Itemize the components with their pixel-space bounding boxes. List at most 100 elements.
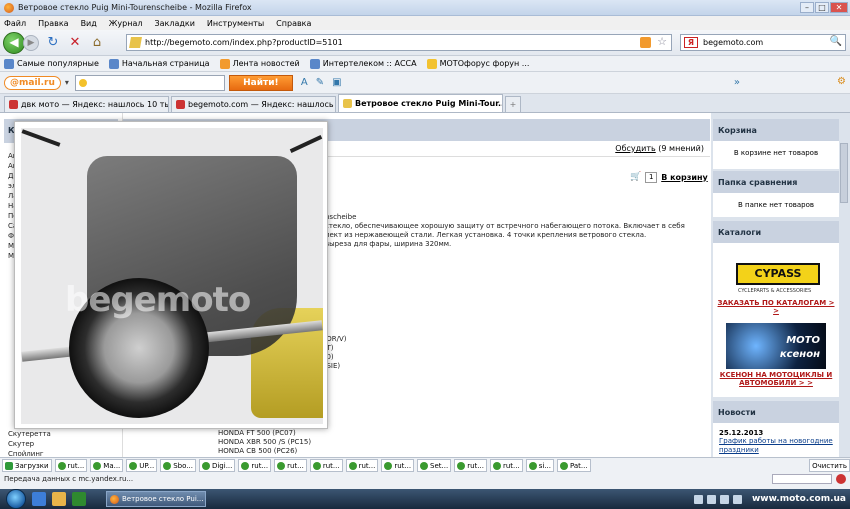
menu-edit[interactable]: Правка — [38, 19, 68, 28]
xenon-banner-xenon: ксенон — [779, 349, 820, 360]
mailru-search-input[interactable] — [74, 74, 225, 91]
status-icons — [772, 474, 846, 484]
tab-yandex-2[interactable]: begemoto.com — Яндекс: нашлось 26... — [171, 96, 336, 112]
news-date: 25.12.2013 — [719, 429, 764, 437]
reload-icon[interactable]: ↻ — [45, 35, 61, 51]
gear-icon[interactable]: ⚙ — [837, 76, 846, 87]
cypass-subtitle: CYCLEPARTS & ACCESSORIES — [738, 288, 812, 294]
addon-item[interactable]: Pat... — [556, 459, 591, 472]
xenon-link[interactable]: КСЕНОН НА МОТОЦИКЛЫ И АВТОМОБИЛИ > > — [713, 369, 839, 389]
search-icon[interactable]: 🔍 — [830, 36, 842, 47]
ie-quicklaunch-icon[interactable] — [32, 492, 46, 506]
tray-icon[interactable] — [706, 494, 716, 504]
new-tab-button[interactable]: + — [505, 96, 521, 112]
cart-heading: Корзина — [713, 119, 839, 141]
news-link[interactable]: График работы на новогодние праздники — [713, 437, 839, 455]
menu-file[interactable]: Файл — [4, 19, 26, 28]
home-icon[interactable]: ⌂ — [89, 35, 105, 51]
start-button[interactable] — [6, 489, 26, 509]
yandex-favicon-icon — [9, 100, 18, 109]
tab-active-product[interactable]: Ветровое стекло Puig Mini-Tour...✕ — [338, 94, 503, 112]
list-item[interactable]: Скутеретта — [0, 429, 122, 439]
page-icon — [108, 58, 119, 69]
moto-xenon-banner[interactable]: МОТО ксенон — [726, 323, 826, 369]
mailru-logo[interactable]: @mail.ru — [4, 75, 61, 90]
quantity-input[interactable]: 1 — [645, 171, 658, 183]
search-bar[interactable]: Я begemoto.com 🔍 — [680, 34, 846, 51]
addon-item[interactable]: Digi... — [198, 459, 236, 472]
forward-button[interactable]: ▶ — [23, 34, 39, 51]
minimize-button[interactable]: – — [800, 2, 814, 13]
find-button[interactable]: Найти! — [228, 74, 293, 91]
addon-item[interactable]: rut... — [489, 459, 523, 472]
addon-status-icon[interactable] — [836, 474, 846, 484]
downloads-button[interactable]: Загрузки — [2, 459, 52, 472]
addon-item[interactable]: rut... — [238, 459, 272, 472]
overflow-icon[interactable]: » — [734, 77, 740, 88]
utorrent-icon — [528, 461, 537, 470]
news-box: Новости 25.12.2013 График работы на ново… — [713, 401, 839, 457]
bookmark-item[interactable]: МОТОфорус форун ... — [426, 58, 529, 69]
bookmark-star-icon[interactable]: ☆ — [657, 35, 667, 48]
tray-icon[interactable] — [693, 494, 703, 504]
discuss-link[interactable]: Обсудить — [615, 144, 655, 153]
url-bar[interactable]: http://begemoto.com/index.php?productID=… — [126, 34, 672, 51]
addon-item[interactable]: rut... — [54, 459, 88, 472]
description-line: выреза для фары, ширина 320мм. — [325, 240, 452, 248]
rss-icon[interactable] — [640, 37, 651, 48]
cart-icon: 🛒 — [630, 172, 642, 182]
addon-item[interactable]: UP... — [126, 459, 158, 472]
rss-icon — [219, 58, 230, 69]
close-window-button[interactable]: ✕ — [830, 2, 848, 13]
image-watermark: begemoto — [65, 280, 251, 320]
order-catalog-link[interactable]: ЗАКАЗАТЬ ПО КАТАЛОГАМ > > — [713, 297, 839, 317]
addon-item[interactable]: rut... — [309, 459, 343, 472]
utorrent-icon — [312, 461, 321, 470]
bookmark-item[interactable]: Самые популярные — [4, 58, 99, 69]
menu-tools[interactable]: Инструменты — [207, 19, 264, 28]
addon-item[interactable]: rut... — [454, 459, 487, 472]
folder-quicklaunch-icon[interactable] — [52, 492, 66, 506]
addon-item[interactable]: rut... — [345, 459, 379, 472]
bookmark-item[interactable]: Начальная страница — [108, 58, 210, 69]
font-size-icon[interactable]: A — [301, 77, 308, 88]
news-heading: Новости — [713, 401, 839, 423]
addon-item[interactable]: si... — [525, 459, 554, 472]
addon-item[interactable]: Ma... — [90, 459, 124, 472]
addon-item[interactable]: rut... — [274, 459, 307, 472]
media-quicklaunch-icon[interactable] — [72, 492, 86, 506]
taskbar-firefox-window[interactable]: Ветровое стекло Pui... — [106, 491, 206, 507]
add-to-cart-link[interactable]: В корзину — [661, 173, 708, 182]
cypass-logo[interactable]: CYPASS CYCLEPARTS & ACCESSORIES — [728, 253, 824, 297]
bookmark-item[interactable]: Интертелеком :: АССА — [309, 58, 417, 69]
pencil-icon[interactable]: ✎ — [316, 77, 324, 88]
maximize-button[interactable]: □ — [815, 2, 829, 13]
description-line: nscheibe — [325, 213, 357, 221]
menu-bookmarks[interactable]: Закладки — [154, 19, 194, 28]
translate-icon[interactable]: ▣ — [332, 77, 341, 88]
chevron-down-icon[interactable]: ▾ — [65, 78, 69, 87]
tray-icon[interactable] — [719, 494, 729, 504]
menu-history[interactable]: Журнал — [109, 19, 143, 28]
system-tray: www.moto.com.ua — [693, 494, 850, 504]
back-button[interactable]: ◀ — [3, 31, 25, 54]
menu-view[interactable]: Вид — [81, 19, 97, 28]
window-title: Ветровое стекло Puig Mini-Tourenscheibe … — [18, 3, 252, 12]
site-favicon-icon — [343, 99, 352, 108]
addon-item[interactable]: Sbo... — [160, 459, 196, 472]
description-line: лект из нержавеющей стали. Легкая устано… — [325, 231, 647, 239]
menu-help[interactable]: Справка — [276, 19, 311, 28]
clear-downloads-button[interactable]: Очистить — [809, 459, 850, 472]
stop-icon[interactable]: ✕ — [67, 35, 83, 51]
list-item[interactable]: Скутер — [0, 439, 122, 449]
tab-yandex-1[interactable]: двк мото — Яндекс: нашлось 10 тыс... — [4, 96, 169, 112]
addon-item[interactable]: rut... — [381, 459, 415, 472]
product-image-popup[interactable]: begemoto — [14, 121, 328, 429]
utorrent-icon — [492, 461, 501, 470]
scrollbar-thumb[interactable] — [840, 143, 848, 203]
yandex-engine-icon[interactable]: Я — [684, 37, 698, 48]
bookmark-item[interactable]: Лента новостей — [219, 58, 300, 69]
addon-item[interactable]: Set... — [417, 459, 452, 472]
tray-icon[interactable] — [732, 494, 742, 504]
mailru-toolbar: @mail.ru ▾ Найти! A ✎ ▣ » ⚙ — [0, 72, 850, 94]
